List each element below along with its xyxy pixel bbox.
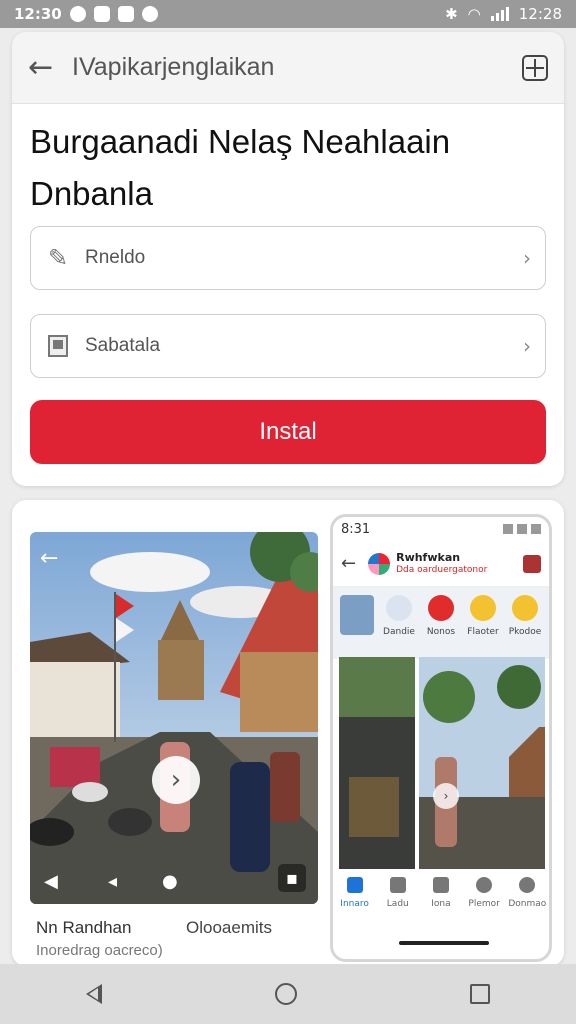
screenshot-caption-right: Olooaemits <box>186 918 272 937</box>
system-nav-bar <box>0 964 576 1024</box>
nav-item: Plemor <box>464 877 504 923</box>
profile-icon <box>519 877 536 893</box>
status-clock-right: 12:28 <box>518 5 562 23</box>
phone-home-bar <box>399 941 489 945</box>
play-control-icon[interactable]: ◀ <box>44 871 58 892</box>
circle-icon <box>476 877 493 893</box>
chevron-right-icon: › <box>523 334 531 358</box>
phone-app-bar: ← Rwhfwkan Dda oarduergatonor <box>333 541 549 587</box>
shield-icon <box>117 6 134 22</box>
notification-icon <box>69 6 86 22</box>
phone-bottom-nav: Innaro Ladu Iona Plemor Donmao <box>333 873 549 923</box>
wifi-icon: ◠ <box>467 5 481 23</box>
nav-item: Iona <box>421 877 461 923</box>
flag-icon <box>45 333 71 359</box>
menu-icon <box>523 554 541 573</box>
emoji-icon <box>512 595 538 621</box>
field-label: Rneldo <box>85 247 146 268</box>
install-card: ← IVapikarjenglaikan Burgaanadi Nelaş Ne… <box>12 32 564 486</box>
system-recents-icon[interactable] <box>469 984 490 1004</box>
phone-chip-row: Dandie Nonos Flaoter Pkodoe <box>333 587 549 659</box>
phone-time: 8:31 <box>341 521 371 537</box>
globe-icon <box>432 877 449 893</box>
app-bar: ← IVapikarjenglaikan <box>12 32 564 104</box>
phone-image-grid: › <box>339 657 545 869</box>
field-label: Sabatala <box>85 335 161 356</box>
bluetooth-icon: ✱ <box>445 5 458 23</box>
street-scene-image <box>30 532 318 904</box>
system-back-icon[interactable] <box>86 984 103 1004</box>
status-time: 12:30 <box>14 5 62 23</box>
street-screenshot[interactable]: ← › ◀ ◂ ● ▪ <box>30 532 318 904</box>
headline-line-1: Burgaanadi Nelaş Neahlaain <box>30 123 451 160</box>
location-icon <box>141 6 158 22</box>
tag-icon <box>389 877 406 893</box>
back-arrow-icon[interactable]: ← <box>40 546 58 571</box>
next-arrow-icon[interactable]: › <box>152 756 200 804</box>
home-icon <box>346 877 363 893</box>
phone-subtitle: Dda oarduergatonor <box>396 564 488 575</box>
chip-item: Nonos <box>421 595 461 651</box>
pin-icon <box>428 595 454 621</box>
chip-item: Flaoter <box>463 595 503 651</box>
grid-icon[interactable] <box>522 54 548 81</box>
pencil-icon: ✎ <box>47 244 69 272</box>
headline-line-2: Dnbanla <box>30 175 153 212</box>
app-bar-title: IVapikarjenglaikan <box>72 53 275 81</box>
phone-screenshot[interactable]: 8:31 ← Rwhfwkan Dda oarduergatonor Dandi… <box>330 514 552 962</box>
screenshot-caption-title: Nn Randhan <box>36 918 132 937</box>
back-arrow-icon[interactable]: ← <box>28 50 64 85</box>
prev-control-icon[interactable]: ◂ <box>108 871 117 892</box>
sun-icon <box>470 595 496 621</box>
system-home-icon[interactable] <box>274 983 297 1005</box>
chevron-right-icon: › <box>523 246 531 270</box>
mail-icon <box>93 6 110 22</box>
signal-icon <box>490 7 509 21</box>
next-arrow-icon: › <box>433 783 459 809</box>
status-bar: 12:30 ✱ ◠ 12:28 <box>0 0 576 28</box>
install-button[interactable]: Instal <box>30 400 546 464</box>
chip-item: Dandie <box>379 595 419 651</box>
tools-icon <box>386 595 412 621</box>
avatar <box>337 595 377 651</box>
nav-item-home: Innaro <box>335 877 375 923</box>
screenshot-caption-subtitle: Inoredrag oacreco) <box>36 942 163 959</box>
back-arrow-icon: ← <box>341 553 357 574</box>
phone-title: Rwhfwkan <box>396 550 461 564</box>
app-logo-icon <box>368 552 391 575</box>
fullscreen-icon[interactable]: ▪ <box>278 864 306 892</box>
chip-item: Pkodoe <box>505 595 545 651</box>
field-rneldo[interactable]: ✎ Rneldo › <box>30 226 546 290</box>
field-sabatala[interactable]: Sabatala › <box>30 314 546 378</box>
chat-control-icon[interactable]: ● <box>162 871 178 892</box>
screenshot-gallery: ← › ◀ ◂ ● ▪ Nn Randhan Inoredrag oacreco… <box>12 500 564 966</box>
page-headline: Burgaanadi Nelaş Neahlaain Dnbanla <box>12 104 564 220</box>
nav-item: Donmao <box>507 877 547 923</box>
nav-item: Ladu <box>378 877 418 923</box>
phone-status-bar: 8:31 <box>333 517 549 541</box>
